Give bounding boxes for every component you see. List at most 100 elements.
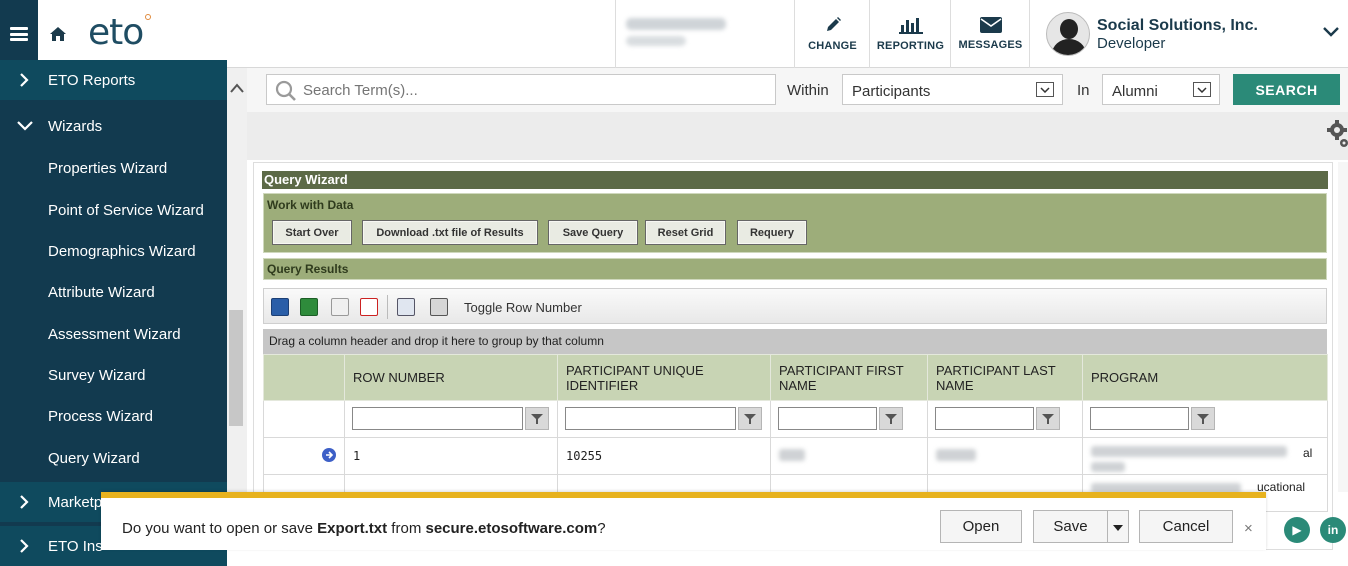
in-label: In — [1077, 82, 1090, 99]
sidebar-item-assessment-wizard[interactable]: Assessment Wizard — [0, 314, 227, 354]
page-toolbar — [247, 112, 1348, 160]
sidebar-item-properties-wizard[interactable]: Properties Wizard — [0, 148, 227, 188]
filter-input-program[interactable] — [1090, 407, 1189, 430]
search-button[interactable]: SEARCH — [1233, 74, 1340, 105]
change-button[interactable]: CHANGE — [796, 0, 870, 68]
hamburger-menu-button[interactable] — [0, 0, 38, 68]
copy-icon[interactable] — [397, 298, 415, 316]
scrollbar-thumb[interactable] — [229, 310, 243, 426]
filter-icon[interactable] — [525, 407, 549, 430]
filter-icon[interactable] — [1191, 407, 1215, 430]
within-select[interactable]: Participants — [842, 74, 1063, 105]
column-header-last-name[interactable]: PARTICIPANT LAST NAME — [927, 354, 1083, 401]
column-header-program[interactable]: PROGRAM — [1082, 354, 1328, 401]
page-scrollbar[interactable] — [1338, 162, 1348, 492]
youtube-icon[interactable]: ▶ — [1284, 517, 1310, 543]
sidebar-item-attribute-wizard[interactable]: Attribute Wizard — [0, 272, 227, 312]
cancel-button[interactable]: Cancel — [1139, 510, 1233, 543]
org-name: Social Solutions, Inc. — [1097, 17, 1258, 34]
avatar — [1046, 12, 1090, 56]
print-icon[interactable] — [430, 298, 448, 316]
export-word-icon[interactable] — [271, 298, 289, 316]
group-by-drop-zone[interactable]: Drag a column header and drop it here to… — [263, 329, 1327, 354]
chevron-down-icon[interactable] — [1322, 26, 1340, 38]
row-expand-cell — [263, 437, 345, 475]
export-image-icon[interactable] — [331, 298, 349, 316]
linkedin-icon[interactable]: in — [1320, 517, 1346, 543]
home-button[interactable] — [40, 0, 76, 68]
work-with-data-title: Work with Data — [267, 198, 354, 212]
cell-last-name-redacted — [927, 437, 1083, 475]
sidebar-item-label: ETO Ins — [48, 537, 103, 555]
filter-input-first-name[interactable] — [778, 407, 877, 430]
filter-icon[interactable] — [738, 407, 762, 430]
sidebar-item-process-wizard[interactable]: Process Wizard — [0, 396, 227, 436]
sidebar-item-label: Attribute Wizard — [48, 283, 155, 301]
sidebar-item-label: Demographics Wizard — [48, 242, 196, 260]
column-header-participant-uid[interactable]: PARTICIPANT UNIQUE IDENTIFIER — [557, 354, 771, 401]
sidebar-item-eto-reports[interactable]: ETO Reports — [0, 60, 227, 100]
query-results-title: Query Results — [263, 258, 1327, 280]
export-pdf-icon[interactable] — [360, 298, 378, 316]
download-file-name: Export.txt — [317, 520, 388, 537]
table-row[interactable]: 1 10255 al — [263, 437, 1328, 475]
filter-cell-empty — [263, 400, 345, 438]
cell-program: al — [1082, 437, 1328, 475]
within-label: Within — [787, 82, 829, 99]
reporting-button[interactable]: REPORTING — [871, 0, 951, 68]
toolbar-divider — [387, 295, 388, 319]
top-header: eto CHANGE REPORTING MESSAGES Social Sol… — [0, 0, 1348, 68]
requery-button[interactable]: Requery — [737, 220, 807, 245]
filter-input-row-number[interactable] — [352, 407, 523, 430]
org-switcher[interactable]: Social Solutions, Inc. Developer — [1040, 0, 1348, 68]
search-input[interactable] — [303, 79, 763, 101]
chevron-down-icon — [17, 121, 33, 131]
messages-button[interactable]: MESSAGES — [952, 0, 1030, 68]
save-query-button[interactable]: Save Query — [548, 220, 638, 245]
filter-input-participant-uid[interactable] — [565, 407, 736, 430]
sidebar-item-point-of-service-wizard[interactable]: Point of Service Wizard — [0, 190, 227, 230]
save-options-button[interactable] — [1107, 510, 1129, 543]
pencil-icon — [826, 17, 841, 31]
sidebar-item-label: Point of Service Wizard — [48, 201, 204, 219]
download-txt-button[interactable]: Download .txt file of Results — [362, 220, 538, 245]
chevron-right-icon — [20, 73, 29, 87]
filter-icon[interactable] — [1036, 407, 1060, 430]
org-role: Developer — [1097, 35, 1166, 52]
sidebar-item-label: Marketp — [48, 493, 103, 511]
arrow-right-circle-icon[interactable] — [322, 447, 336, 462]
sidebar-item-label: Query Wizard — [48, 449, 140, 467]
column-header-row-number[interactable]: ROW NUMBER — [344, 354, 558, 401]
sidebar-item-query-wizard[interactable]: Query Wizard — [0, 438, 227, 478]
sidebar-item-demographics-wizard[interactable]: Demographics Wizard — [0, 231, 227, 271]
eto-logo[interactable]: eto — [88, 12, 152, 53]
column-header-first-name[interactable]: PARTICIPANT FIRST NAME — [770, 354, 928, 401]
reset-grid-button[interactable]: Reset Grid — [645, 220, 726, 245]
sidebar-item-survey-wizard[interactable]: Survey Wizard — [0, 355, 227, 395]
change-label: CHANGE — [808, 40, 857, 52]
sidebar-item-wizards[interactable]: Wizards — [0, 106, 227, 146]
start-over-button[interactable]: Start Over — [272, 220, 352, 245]
in-select-value: Alumni — [1112, 83, 1158, 100]
sidebar-item-label: Process Wizard — [48, 407, 154, 425]
toggle-row-number-button[interactable]: Toggle Row Number — [464, 300, 582, 315]
close-icon[interactable]: × — [1244, 520, 1253, 537]
in-select[interactable]: Alumni — [1102, 74, 1220, 105]
gear-icon[interactable] — [1326, 118, 1348, 148]
filter-icon[interactable] — [879, 407, 903, 430]
cell-first-name-redacted — [770, 437, 928, 475]
sidebar-item-label: Wizards — [48, 117, 103, 135]
results-toolbar: Toggle Row Number — [263, 288, 1327, 324]
save-button[interactable]: Save — [1033, 510, 1108, 543]
download-message-middle: from — [387, 520, 426, 537]
dropdown-arrow-icon — [1036, 82, 1054, 97]
open-button[interactable]: Open — [940, 510, 1022, 543]
grid-header-row: ROW NUMBER PARTICIPANT UNIQUE IDENTIFIER… — [263, 354, 1328, 401]
chevron-up-icon[interactable] — [229, 82, 245, 94]
sidebar-item-label: Survey Wizard — [48, 366, 146, 384]
download-message: Do you want to open or save Export.txt f… — [122, 520, 606, 537]
filter-row — [263, 400, 1328, 438]
export-excel-icon[interactable] — [300, 298, 318, 316]
sidebar-scrollbar[interactable] — [227, 68, 247, 550]
filter-input-last-name[interactable] — [935, 407, 1034, 430]
